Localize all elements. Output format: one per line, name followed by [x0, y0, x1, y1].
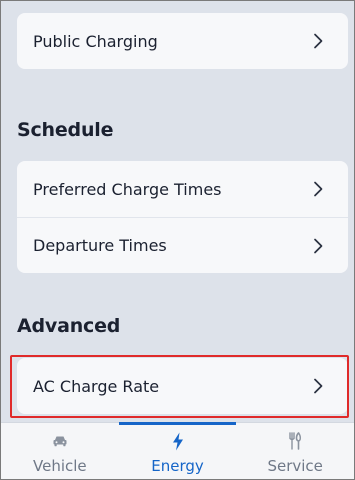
tab-energy[interactable]: Energy [118, 422, 237, 479]
tab-service-label: Service [267, 457, 323, 475]
bottom-tab-bar: Vehicle Energy Service [1, 422, 354, 479]
chevron-right-icon [308, 31, 328, 51]
chevron-right-icon [308, 179, 328, 199]
energy-settings-screen: Public Charging Schedule Preferred Charg… [0, 0, 355, 480]
public-charging-label: Public Charging [33, 31, 158, 51]
tab-service[interactable]: Service [236, 423, 354, 479]
schedule-section-title: Schedule [17, 119, 114, 141]
chevron-right-icon [308, 236, 328, 256]
preferred-charge-times-label: Preferred Charge Times [33, 179, 222, 199]
tab-vehicle[interactable]: Vehicle [1, 423, 119, 479]
schedule-card: Preferred Charge Times Departure Times [17, 161, 348, 273]
public-charging-row[interactable]: Public Charging [17, 13, 348, 69]
departure-times-row[interactable]: Departure Times [17, 217, 348, 273]
advanced-card: AC Charge Rate [17, 358, 348, 414]
wrench-fork-icon [288, 431, 302, 451]
lightning-icon [172, 431, 184, 451]
public-charging-card: Public Charging [17, 13, 348, 69]
advanced-section-title: Advanced [17, 315, 121, 337]
car-icon [52, 431, 68, 451]
ac-charge-rate-label: AC Charge Rate [33, 376, 160, 396]
tab-energy-label: Energy [151, 457, 204, 475]
preferred-charge-times-row[interactable]: Preferred Charge Times [17, 161, 348, 217]
tab-vehicle-label: Vehicle [33, 457, 87, 475]
ac-charge-rate-row[interactable]: AC Charge Rate [17, 358, 348, 414]
chevron-right-icon [308, 376, 328, 396]
departure-times-label: Departure Times [33, 236, 167, 255]
